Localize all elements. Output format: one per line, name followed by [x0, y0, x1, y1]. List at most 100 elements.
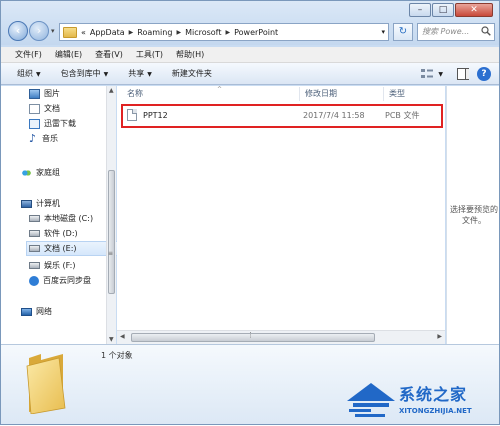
sidebar-item-label: 音乐	[42, 134, 58, 143]
sidebar-item-homegroup[interactable]: 家庭组	[21, 165, 60, 180]
chevron-down-icon: ▼	[36, 71, 41, 78]
folder-icon	[63, 26, 77, 38]
drive-icon	[29, 230, 40, 237]
scroll-grip-icon: ≡	[108, 250, 114, 257]
window-controls: – □ ✕	[408, 3, 493, 17]
menu-view[interactable]: 查看(V)	[95, 49, 123, 60]
horizontal-scrollbar[interactable]: ◀ ⋮ ▶	[117, 330, 445, 344]
scroll-down-icon[interactable]: ▼	[109, 336, 114, 343]
close-button[interactable]: ✕	[455, 3, 493, 17]
site-logo-icon	[347, 383, 395, 417]
sidebar-item-label: 百度云同步盘	[43, 276, 91, 285]
watermark: 系统之家 XITONGZHIJIA.NET	[341, 381, 500, 426]
help-icon[interactable]: ?	[477, 67, 491, 81]
homegroup-icon	[21, 167, 32, 178]
sort-arrow-icon: ^	[217, 86, 223, 93]
organize-button[interactable]: 组织 ▼	[17, 68, 41, 79]
search-input[interactable]: 搜索 Powe...	[417, 23, 495, 41]
explorer-window: – □ ✕ ‹ › ▾ « AppData ▶ Roaming ▶ Micros…	[0, 0, 500, 425]
column-header-type[interactable]: 类型	[389, 87, 405, 101]
preview-message: 选择要预览的文件。	[450, 205, 498, 225]
sidebar-item-label: 娱乐 (F:)	[44, 261, 76, 270]
new-folder-button[interactable]: 新建文件夹	[172, 68, 212, 79]
folder-icon	[26, 354, 66, 414]
sidebar-item-label: 迅雷下载	[44, 119, 76, 128]
sidebar-item-label: 文档	[44, 104, 60, 113]
sidebar-item-drive-c[interactable]: 本地磁盘 (C:)	[29, 211, 93, 226]
pictures-icon	[29, 88, 40, 99]
view-controls: ▼ ?	[420, 67, 491, 81]
music-icon: ♪	[29, 131, 37, 145]
sidebar-item-drive-e[interactable]: 文档 (E:)	[26, 241, 118, 256]
scroll-left-icon[interactable]: ◀	[120, 333, 125, 340]
breadcrumb-powerpoint[interactable]: PowerPoint	[234, 28, 278, 37]
scrollbar-thumb[interactable]	[108, 170, 115, 294]
sidebar-item-drive-d[interactable]: 软件 (D:)	[29, 226, 78, 241]
recent-pages-dropdown[interactable]: ▾	[51, 27, 55, 35]
breadcrumb-appdata[interactable]: AppData	[90, 28, 125, 37]
breadcrumb-overflow[interactable]: «	[81, 28, 86, 37]
chevron-down-icon: ▼	[147, 71, 152, 78]
sidebar-item-music[interactable]: ♪ 音乐	[29, 131, 58, 146]
share-label: 共享	[128, 69, 145, 78]
column-divider[interactable]	[383, 87, 384, 101]
sidebar-item-label: 本地磁盘 (C:)	[44, 214, 94, 223]
maximize-button[interactable]: □	[432, 3, 454, 17]
sidebar-item-label: 图片	[44, 89, 60, 98]
share-button[interactable]: 共享 ▼	[128, 68, 152, 79]
breadcrumb-microsoft[interactable]: Microsoft	[185, 28, 221, 37]
menu-file[interactable]: 文件(F)	[15, 49, 42, 60]
preview-pane-icon[interactable]	[457, 68, 469, 80]
chevron-down-icon[interactable]: ▾	[381, 28, 385, 36]
search-placeholder: 搜索 Powe...	[422, 27, 470, 36]
computer-icon	[21, 199, 32, 208]
network-icon	[21, 307, 32, 316]
address-bar[interactable]: « AppData ▶ Roaming ▶ Microsoft ▶ PowerP…	[59, 23, 389, 41]
scroll-grip-icon: ⋮	[247, 331, 254, 339]
watermark-title: 系统之家	[399, 385, 468, 404]
drive-icon	[29, 245, 40, 252]
sidebar-item-network[interactable]: 网络	[21, 304, 52, 319]
sidebar-item-label: 文档 (E:)	[44, 244, 77, 253]
navigation-scrollbar[interactable]: ▲ ≡ ▼	[106, 86, 116, 344]
organize-label: 组织	[17, 69, 33, 78]
back-button[interactable]: ‹	[8, 21, 28, 41]
chevron-down-icon[interactable]: ▼	[438, 71, 443, 78]
column-header-date[interactable]: 修改日期	[305, 87, 337, 101]
sidebar-item-documents[interactable]: 文档	[29, 101, 60, 116]
sidebar-item-baidu-cloud[interactable]: 百度云同步盘	[29, 273, 91, 288]
command-bar: 组织 ▼ 包含到库中 ▼ 共享 ▼ 新建文件夹 ▼ ?	[1, 63, 499, 85]
sidebar-item-computer[interactable]: 计算机	[21, 196, 60, 211]
view-options-icon[interactable]	[420, 68, 434, 80]
chevron-right-icon[interactable]: ▶	[225, 29, 230, 36]
refresh-button[interactable]: ↻	[393, 23, 413, 41]
chevron-right-icon[interactable]: ▶	[129, 29, 134, 36]
watermark-url: XITONGZHIJIA.NET	[399, 407, 472, 415]
cloud-icon	[29, 275, 39, 286]
include-in-library-button[interactable]: 包含到库中 ▼	[61, 68, 109, 79]
sidebar-item-thunder-downloads[interactable]: 迅雷下载	[29, 116, 76, 131]
search-icon	[481, 26, 491, 36]
sidebar-item-drive-f[interactable]: 娱乐 (F:)	[29, 258, 75, 273]
chevron-right-icon[interactable]: ▶	[176, 29, 181, 36]
menu-edit[interactable]: 编辑(E)	[55, 49, 82, 60]
minimize-button[interactable]: –	[409, 3, 431, 17]
include-label: 包含到库中	[60, 69, 101, 78]
drive-icon	[29, 215, 40, 222]
navigation-pane: 图片 文档 迅雷下载 ♪ 音乐 家庭组 计算机 本地磁盘 (C:) 软件 (D:)…	[1, 86, 118, 344]
scroll-up-icon[interactable]: ▲	[109, 87, 114, 94]
menu-tools[interactable]: 工具(T)	[136, 49, 163, 60]
column-divider[interactable]	[299, 87, 300, 101]
scroll-right-icon[interactable]: ▶	[437, 333, 442, 340]
menu-bar: 文件(F) 编辑(E) 查看(V) 工具(T) 帮助(H)	[1, 47, 499, 63]
drive-icon	[29, 262, 40, 269]
preview-pane: 选择要预览的文件。	[446, 86, 499, 344]
documents-icon	[29, 103, 40, 114]
highlight-box	[121, 104, 443, 128]
forward-button[interactable]: ›	[29, 21, 49, 41]
column-header-name[interactable]: 名称	[127, 87, 143, 101]
breadcrumb-roaming[interactable]: Roaming	[137, 28, 172, 37]
menu-help[interactable]: 帮助(H)	[176, 49, 204, 60]
download-icon	[29, 118, 40, 129]
sidebar-item-pictures[interactable]: 图片	[29, 86, 60, 101]
